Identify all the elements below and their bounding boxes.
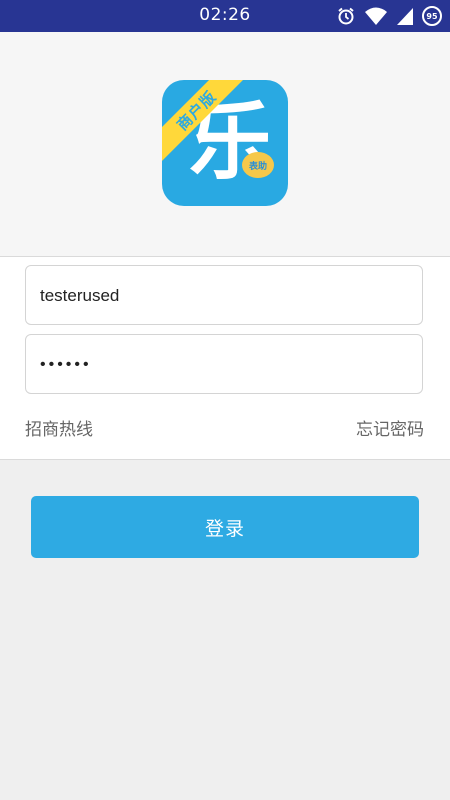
username-field[interactable]: [25, 265, 423, 326]
alarm-icon: [336, 6, 356, 26]
signal-icon: [396, 6, 414, 26]
password-field[interactable]: [25, 334, 423, 395]
hotline-link[interactable]: 招商热线: [25, 415, 93, 440]
logo-fruit: 表助: [242, 152, 274, 178]
battery-icon: 95: [422, 6, 442, 26]
status-icons: 95: [336, 5, 442, 27]
header: 乐 商户版 表助: [0, 32, 450, 256]
app-logo: 乐 商户版 表助: [162, 80, 288, 206]
username-input[interactable]: [38, 266, 412, 326]
wifi-icon: [364, 6, 388, 26]
login-button[interactable]: 登录: [31, 496, 419, 558]
status-bar: 02:26 95: [0, 0, 450, 32]
login-form: 招商热线 忘记密码: [0, 256, 450, 460]
password-input[interactable]: [38, 335, 412, 395]
forgot-password-link[interactable]: 忘记密码: [356, 415, 424, 440]
